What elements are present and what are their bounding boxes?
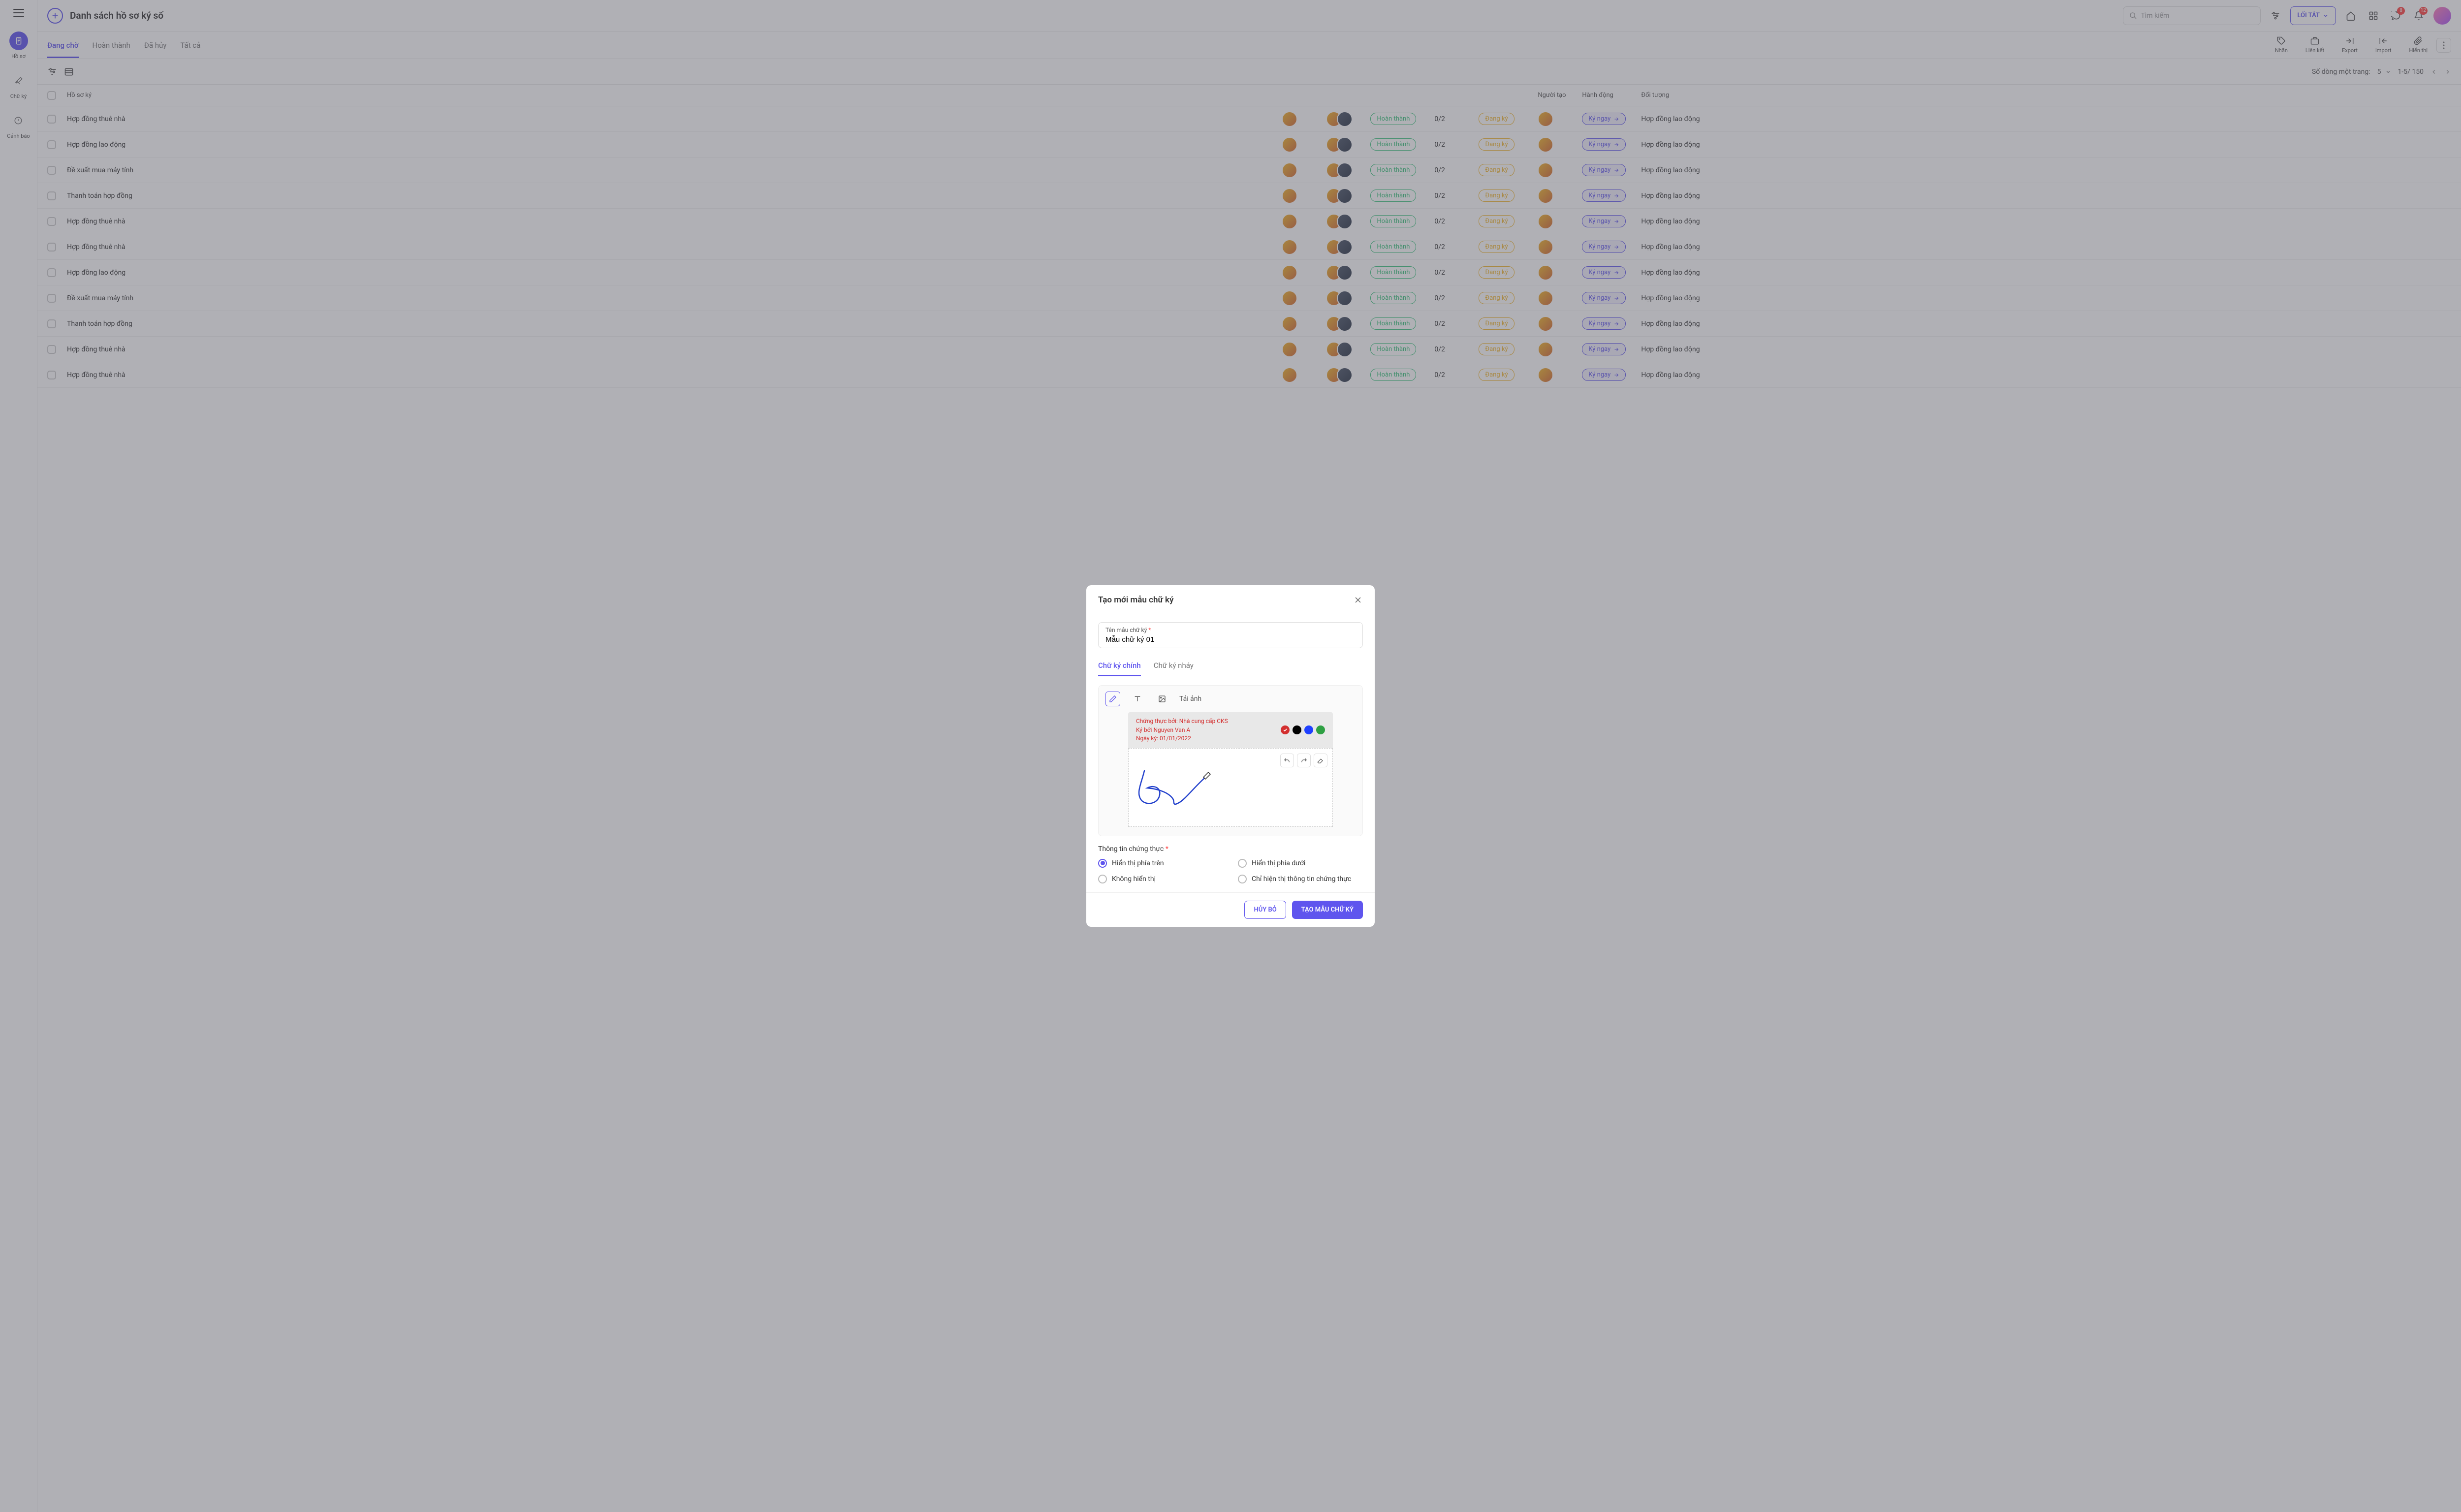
create-signature-modal: Tạo mới mẫu chữ ký Tên mẫu chữ ký * Chữ … (1086, 585, 1375, 926)
color-blue[interactable] (1304, 725, 1313, 734)
signature-drawing (1136, 768, 1214, 813)
tab-chu-ky-nhay[interactable]: Chữ ký nháy (1154, 656, 1194, 676)
close-button[interactable] (1353, 595, 1363, 605)
tab-chu-ky-chinh[interactable]: Chữ ký chính (1098, 656, 1141, 676)
pencil-icon (1109, 695, 1117, 703)
modal-title: Tạo mới mẫu chữ ký (1098, 595, 1173, 605)
text-icon (1134, 695, 1141, 703)
text-tool[interactable] (1130, 692, 1145, 706)
image-tool[interactable] (1155, 692, 1169, 706)
image-icon (1158, 695, 1166, 703)
signature-canvas[interactable] (1128, 748, 1333, 827)
eraser-icon (1317, 757, 1324, 764)
signature-name-field[interactable]: Tên mẫu chữ ký * (1098, 622, 1363, 648)
radio-none[interactable]: Không hiển thị (1098, 875, 1223, 883)
signature-name-input[interactable] (1105, 633, 1356, 644)
color-red[interactable] (1281, 725, 1290, 734)
color-green[interactable] (1316, 725, 1325, 734)
erase-button[interactable] (1314, 754, 1327, 767)
radio-only-auth[interactable]: Chỉ hiện thị thông tin chứng thực (1238, 875, 1363, 883)
undo-icon (1284, 757, 1291, 764)
draw-tool[interactable] (1105, 692, 1120, 706)
radio-bottom[interactable]: Hiển thị phía dưới (1238, 859, 1363, 868)
undo-button[interactable] (1280, 754, 1294, 767)
color-black[interactable] (1293, 725, 1301, 734)
submit-button[interactable]: TẠO MẪU CHỮ KÝ (1292, 901, 1363, 919)
redo-icon (1300, 757, 1307, 764)
check-icon (1283, 727, 1288, 732)
cert-info: Chứng thực bởi: Nhà cung cấp CKS Ký bởi … (1136, 717, 1281, 743)
close-icon (1353, 595, 1363, 605)
cancel-button[interactable]: HỦY BỎ (1244, 901, 1286, 919)
radio-top[interactable]: Hiển thị phía trên (1098, 859, 1223, 868)
upload-label[interactable]: Tải ảnh (1179, 695, 1201, 703)
redo-button[interactable] (1297, 754, 1311, 767)
